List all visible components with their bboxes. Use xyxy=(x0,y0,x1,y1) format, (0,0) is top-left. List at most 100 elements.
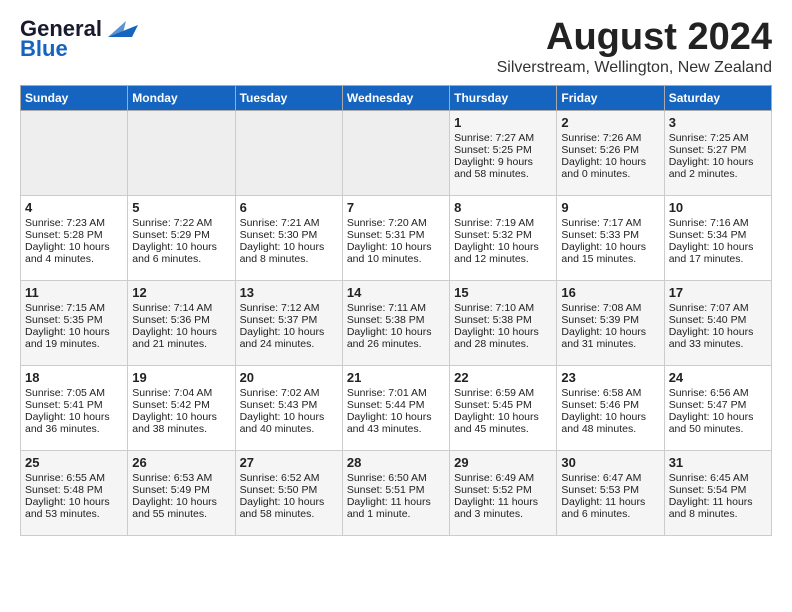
sunset-text: Sunset: 5:44 PM xyxy=(347,399,445,411)
calendar-cell: 18Sunrise: 7:05 AMSunset: 5:41 PMDayligh… xyxy=(21,366,128,451)
sunrise-text: Sunrise: 7:16 AM xyxy=(669,217,767,229)
calendar-cell: 19Sunrise: 7:04 AMSunset: 5:42 PMDayligh… xyxy=(128,366,235,451)
calendar-cell xyxy=(21,111,128,196)
daylight-text: Daylight: 10 hours and 15 minutes. xyxy=(561,241,659,265)
sunset-text: Sunset: 5:28 PM xyxy=(25,229,123,241)
day-number: 17 xyxy=(669,285,767,300)
daylight-text: Daylight: 11 hours and 1 minute. xyxy=(347,496,445,520)
sunrise-text: Sunrise: 7:07 AM xyxy=(669,302,767,314)
sunrise-text: Sunrise: 7:19 AM xyxy=(454,217,552,229)
sunrise-text: Sunrise: 6:50 AM xyxy=(347,472,445,484)
daylight-text: Daylight: 10 hours and 38 minutes. xyxy=(132,411,230,435)
sunset-text: Sunset: 5:45 PM xyxy=(454,399,552,411)
day-number: 26 xyxy=(132,455,230,470)
sunrise-text: Sunrise: 7:05 AM xyxy=(25,387,123,399)
calendar-cell xyxy=(342,111,449,196)
day-number: 4 xyxy=(25,200,123,215)
day-header-friday: Friday xyxy=(557,86,664,111)
sunset-text: Sunset: 5:27 PM xyxy=(669,144,767,156)
day-header-thursday: Thursday xyxy=(450,86,557,111)
sunrise-text: Sunrise: 7:08 AM xyxy=(561,302,659,314)
sunrise-text: Sunrise: 7:12 AM xyxy=(240,302,338,314)
calendar-header-row: SundayMondayTuesdayWednesdayThursdayFrid… xyxy=(21,86,772,111)
sunset-text: Sunset: 5:37 PM xyxy=(240,314,338,326)
daylight-text: Daylight: 10 hours and 53 minutes. xyxy=(25,496,123,520)
day-number: 14 xyxy=(347,285,445,300)
sunrise-text: Sunrise: 7:20 AM xyxy=(347,217,445,229)
daylight-text: Daylight: 10 hours and 28 minutes. xyxy=(454,326,552,350)
daylight-text: Daylight: 11 hours and 8 minutes. xyxy=(669,496,767,520)
sunset-text: Sunset: 5:54 PM xyxy=(669,484,767,496)
calendar-week-row: 4Sunrise: 7:23 AMSunset: 5:28 PMDaylight… xyxy=(21,196,772,281)
calendar-cell: 31Sunrise: 6:45 AMSunset: 5:54 PMDayligh… xyxy=(664,451,771,536)
daylight-text: Daylight: 10 hours and 50 minutes. xyxy=(669,411,767,435)
sunset-text: Sunset: 5:42 PM xyxy=(132,399,230,411)
sunset-text: Sunset: 5:43 PM xyxy=(240,399,338,411)
day-number: 30 xyxy=(561,455,659,470)
day-number: 2 xyxy=(561,115,659,130)
day-number: 27 xyxy=(240,455,338,470)
day-number: 12 xyxy=(132,285,230,300)
location-title: Silverstream, Wellington, New Zealand xyxy=(497,59,772,77)
calendar-cell: 5Sunrise: 7:22 AMSunset: 5:29 PMDaylight… xyxy=(128,196,235,281)
daylight-text: Daylight: 10 hours and 8 minutes. xyxy=(240,241,338,265)
sunrise-text: Sunrise: 7:01 AM xyxy=(347,387,445,399)
sunset-text: Sunset: 5:53 PM xyxy=(561,484,659,496)
calendar-cell: 21Sunrise: 7:01 AMSunset: 5:44 PMDayligh… xyxy=(342,366,449,451)
daylight-text: Daylight: 10 hours and 21 minutes. xyxy=(132,326,230,350)
day-number: 22 xyxy=(454,370,552,385)
sunset-text: Sunset: 5:31 PM xyxy=(347,229,445,241)
sunrise-text: Sunrise: 7:02 AM xyxy=(240,387,338,399)
sunset-text: Sunset: 5:39 PM xyxy=(561,314,659,326)
logo-blue: Blue xyxy=(20,36,68,62)
day-number: 9 xyxy=(561,200,659,215)
calendar-cell: 14Sunrise: 7:11 AMSunset: 5:38 PMDayligh… xyxy=(342,281,449,366)
calendar-week-row: 18Sunrise: 7:05 AMSunset: 5:41 PMDayligh… xyxy=(21,366,772,451)
calendar-cell: 8Sunrise: 7:19 AMSunset: 5:32 PMDaylight… xyxy=(450,196,557,281)
daylight-text: Daylight: 10 hours and 12 minutes. xyxy=(454,241,552,265)
sunset-text: Sunset: 5:34 PM xyxy=(669,229,767,241)
day-header-sunday: Sunday xyxy=(21,86,128,111)
day-number: 1 xyxy=(454,115,552,130)
calendar-cell: 30 Sunrise: 6:47 AMSunset: 5:53 PMDayligh… xyxy=(557,451,664,536)
calendar-cell: 2Sunrise: 7:26 AMSunset: 5:26 PMDaylight… xyxy=(557,111,664,196)
calendar-cell: 11Sunrise: 7:15 AMSunset: 5:35 PMDayligh… xyxy=(21,281,128,366)
daylight-text: Daylight: 10 hours and 55 minutes. xyxy=(132,496,230,520)
calendar-cell: 17Sunrise: 7:07 AMSunset: 5:40 PMDayligh… xyxy=(664,281,771,366)
calendar-cell: 16Sunrise: 7:08 AMSunset: 5:39 PMDayligh… xyxy=(557,281,664,366)
day-number: 3 xyxy=(669,115,767,130)
daylight-text: Daylight: 11 hours and 6 minutes. xyxy=(561,496,659,520)
calendar-cell: 1 Sunrise: 7:27 AMSunset: 5:25 PMDaylight… xyxy=(450,111,557,196)
sunset-text: Sunset: 5:49 PM xyxy=(132,484,230,496)
daylight-text: Daylight: 10 hours and 2 minutes. xyxy=(669,156,767,180)
sunset-text: Sunset: 5:29 PM xyxy=(132,229,230,241)
day-number: 5 xyxy=(132,200,230,215)
calendar-cell: 27Sunrise: 6:52 AMSunset: 5:50 PMDayligh… xyxy=(235,451,342,536)
sunrise-text: Sunrise: 7:27 AM xyxy=(454,132,552,144)
sunset-text: Sunset: 5:25 PM xyxy=(454,144,552,156)
calendar-cell: 28Sunrise: 6:50 AMSunset: 5:51 PMDayligh… xyxy=(342,451,449,536)
sunrise-text: Sunrise: 6:59 AM xyxy=(454,387,552,399)
sunrise-text: Sunrise: 7:14 AM xyxy=(132,302,230,314)
daylight-text: Daylight: 10 hours and 43 minutes. xyxy=(347,411,445,435)
sunrise-text: Sunrise: 6:47 AM xyxy=(561,472,659,484)
day-number: 29 xyxy=(454,455,552,470)
sunset-text: Sunset: 5:35 PM xyxy=(25,314,123,326)
title-block: August 2024 Silverstream, Wellington, Ne… xyxy=(497,16,772,77)
sunset-text: Sunset: 5:36 PM xyxy=(132,314,230,326)
calendar-cell: 10Sunrise: 7:16 AMSunset: 5:34 PMDayligh… xyxy=(664,196,771,281)
sunrise-text: Sunrise: 7:11 AM xyxy=(347,302,445,314)
day-number: 6 xyxy=(240,200,338,215)
sunset-text: Sunset: 5:40 PM xyxy=(669,314,767,326)
daylight-text: Daylight: 10 hours and 36 minutes. xyxy=(25,411,123,435)
month-title: August 2024 xyxy=(497,16,772,59)
daylight-text: Daylight: 9 hours and 58 minutes. xyxy=(454,156,552,180)
calendar-cell: 13Sunrise: 7:12 AMSunset: 5:37 PMDayligh… xyxy=(235,281,342,366)
calendar-cell: 6Sunrise: 7:21 AMSunset: 5:30 PMDaylight… xyxy=(235,196,342,281)
sunset-text: Sunset: 5:41 PM xyxy=(25,399,123,411)
day-number: 25 xyxy=(25,455,123,470)
calendar-cell: 20Sunrise: 7:02 AMSunset: 5:43 PMDayligh… xyxy=(235,366,342,451)
daylight-text: Daylight: 10 hours and 31 minutes. xyxy=(561,326,659,350)
sunrise-text: Sunrise: 6:52 AM xyxy=(240,472,338,484)
daylight-text: Daylight: 10 hours and 17 minutes. xyxy=(669,241,767,265)
